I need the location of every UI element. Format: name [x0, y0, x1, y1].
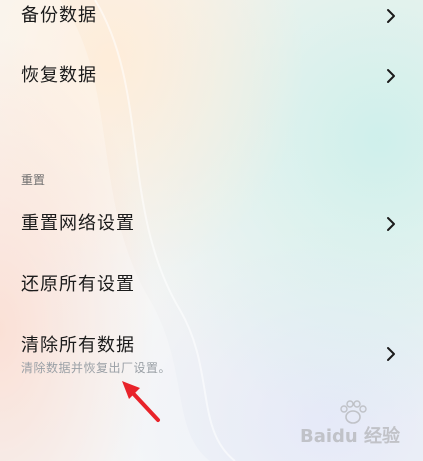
section-label-reset: 重置 — [21, 173, 46, 187]
chevron-right-icon — [387, 217, 395, 231]
settings-item-erase-all-data[interactable]: 清除所有数据 清除数据并恢复出厂设置。 — [0, 326, 423, 382]
settings-item-label: 恢复数据 — [21, 65, 97, 86]
settings-item-label: 重置网络设置 — [21, 213, 135, 234]
settings-item-reset-all-settings[interactable]: 还原所有设置 — [0, 263, 423, 309]
settings-item-label: 清除所有数据 — [21, 335, 135, 356]
settings-item-backup-data[interactable]: 备份数据 — [0, 0, 423, 34]
chevron-right-icon — [387, 347, 395, 361]
watermark-text: Baidu 经验 — [300, 426, 401, 447]
settings-item-reset-network[interactable]: 重置网络设置 — [0, 202, 423, 248]
settings-page: 备份数据 恢复数据 重置 重置网络设置 还原所有设置 清除所有数据 清除数据并恢… — [0, 0, 423, 461]
red-arrow-icon — [122, 381, 160, 422]
settings-item-label: 备份数据 — [21, 5, 97, 26]
settings-item-restore-data[interactable]: 恢复数据 — [0, 54, 423, 100]
watermark: Baidu 经验 — [300, 400, 410, 452]
chevron-right-icon — [387, 69, 395, 83]
settings-item-label: 还原所有设置 — [21, 274, 135, 295]
chevron-right-icon — [387, 9, 395, 23]
